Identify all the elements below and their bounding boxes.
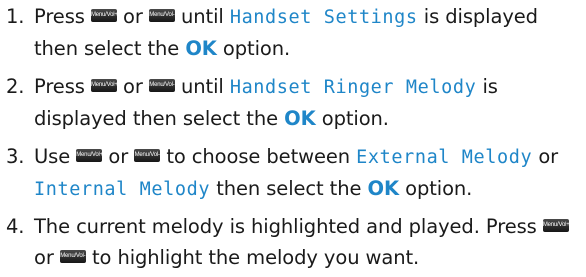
step-2: 2. Press Menu/Vol+ or Menu/Vol- until Ha…: [0, 71, 586, 134]
step-number: 4.: [6, 215, 25, 238]
menu-vol-down-key-icon: Menu/Vol-: [59, 250, 86, 263]
step-text: Press: [34, 5, 85, 28]
lcd-display-text: External Melody: [356, 147, 533, 168]
step-number: 3.: [6, 145, 25, 168]
step-text: to highlight the melody you want.: [91, 246, 420, 269]
step-4: 4. The current melody is highlighted and…: [0, 211, 586, 273]
menu-vol-down-key-icon: Menu/Vol-: [148, 79, 175, 92]
lcd-display-text: Internal Melody: [34, 179, 211, 200]
or-text: or: [123, 75, 143, 98]
step-text: option.: [222, 37, 291, 60]
step-text: to choose between: [166, 145, 351, 168]
step-1: 1. Press Menu/Vol+ or Menu/Vol- until Ha…: [0, 1, 586, 64]
menu-vol-up-key-icon: Menu/Vol+: [90, 79, 117, 92]
ok-option: OK: [185, 37, 217, 60]
step-text: then select the: [216, 177, 362, 200]
menu-vol-up-key-icon: Menu/Vol+: [542, 219, 569, 232]
step-number: 2.: [6, 75, 25, 98]
menu-vol-down-key-icon: Menu/Vol-: [134, 149, 161, 162]
step-3: 3. Use Menu/Vol+ or Menu/Vol- to choose …: [0, 141, 586, 205]
step-number: 1.: [6, 5, 25, 28]
or-text: or: [123, 5, 143, 28]
step-text: until: [181, 5, 224, 28]
ok-option: OK: [284, 107, 316, 130]
menu-vol-up-key-icon: Menu/Vol+: [76, 149, 103, 162]
step-text: option.: [321, 107, 389, 130]
or-text: or: [34, 246, 54, 269]
ok-option: OK: [367, 177, 400, 200]
step-text: Use: [34, 145, 71, 168]
or-text: or: [108, 145, 129, 168]
step-text: The current melody is highlighted and pl…: [34, 215, 537, 238]
step-text: option.: [405, 177, 473, 200]
step-text: until: [181, 75, 224, 98]
step-text: Press: [34, 75, 85, 98]
menu-vol-down-key-icon: Menu/Vol-: [148, 9, 175, 22]
lcd-display-text: Handset Settings: [229, 7, 418, 28]
menu-vol-up-key-icon: Menu/Vol+: [90, 9, 117, 22]
lcd-display-text: Handset Ringer Melody: [229, 77, 477, 98]
or-text: or: [538, 145, 559, 168]
